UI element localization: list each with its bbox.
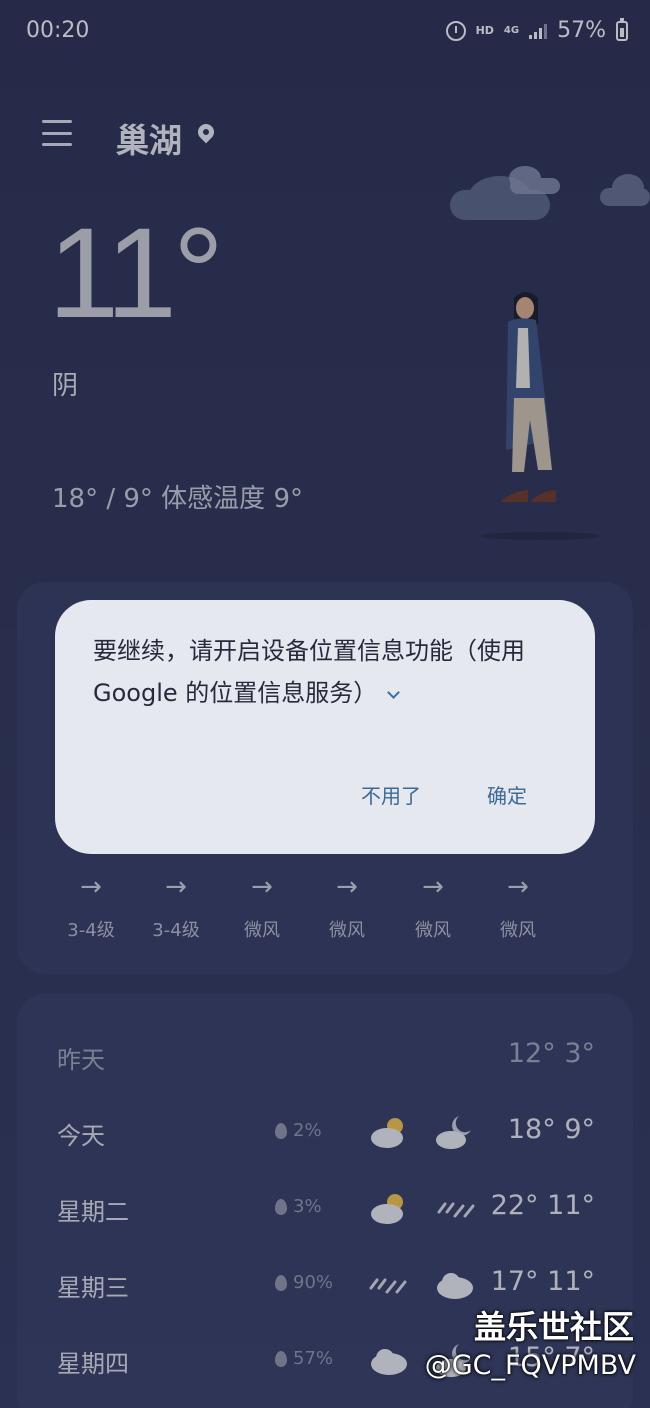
expand-chevron-icon[interactable] [387,686,401,699]
cancel-button[interactable]: 不用了 [361,780,421,809]
watermark-title: 盖乐世社区 [473,1308,634,1346]
watermark-handle: @GC_FQVPMBV [424,1350,636,1381]
confirm-button[interactable]: 确定 [487,780,527,809]
location-permission-dialog: 要继续，请开启设备位置信息功能（使用 Google 的位置信息服务） 不用了 确… [55,600,595,854]
dialog-message-text: 要继续，请开启设备位置信息功能（使用 Google 的位置信息服务） [93,637,525,707]
dialog-message: 要继续，请开启设备位置信息功能（使用 Google 的位置信息服务） [93,630,563,714]
